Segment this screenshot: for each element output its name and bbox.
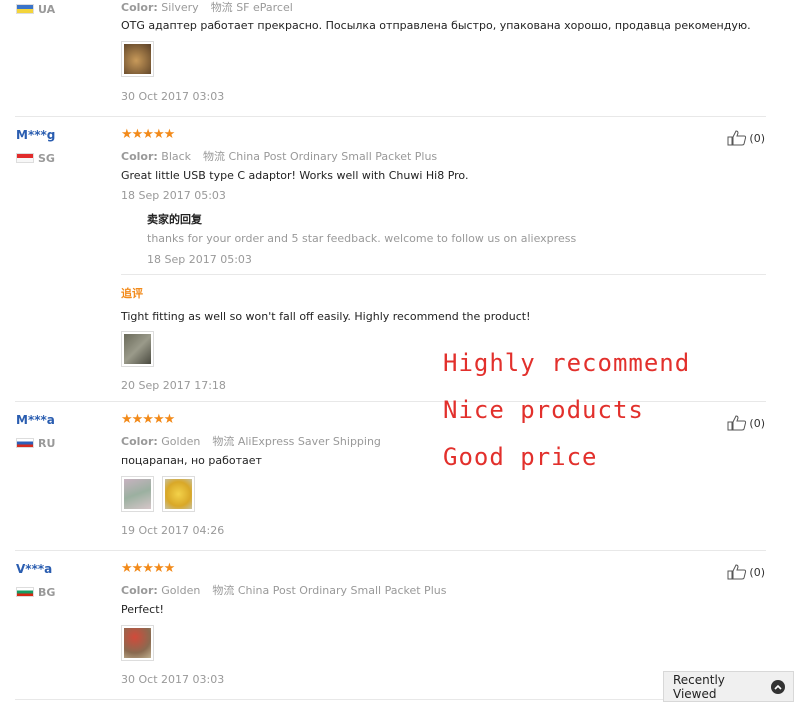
flag-ua-icon	[16, 4, 34, 14]
review-meta: Color: Golden 物流 China Post Ordinary Smal…	[121, 584, 447, 597]
review-text: поцарапан, но работает	[121, 454, 262, 467]
divider	[15, 699, 766, 700]
buyer-country: SG	[16, 151, 55, 165]
buyer-name[interactable]: V***a	[16, 562, 52, 576]
seller-reply-date: 18 Sep 2017 05:03	[147, 253, 252, 266]
review-photo[interactable]	[162, 476, 195, 512]
review-photo[interactable]	[121, 625, 154, 661]
review-meta: Color: Black 物流 China Post Ordinary Small…	[121, 150, 438, 163]
flag-bg-icon	[16, 587, 34, 597]
recently-viewed-button[interactable]: Recently Viewed	[663, 671, 794, 702]
review-date: 30 Oct 2017 03:03	[121, 90, 225, 103]
additional-feedback-text: Tight fitting as well so won't fall off …	[121, 310, 531, 323]
additional-feedback-date: 20 Sep 2017 17:18	[121, 379, 226, 392]
review-date: 30 Oct 2017 03:03	[121, 673, 225, 686]
review-date: 18 Sep 2017 05:03	[121, 189, 226, 202]
overlay-nice-products: Nice products	[443, 396, 644, 424]
review-text: Perfect!	[121, 603, 164, 616]
review-3: M***a RU ★★★★★ Color: Golden 物流 AliExpres…	[0, 402, 800, 550]
thumbs-up-icon	[727, 130, 747, 146]
buyer-name[interactable]: M***a	[16, 413, 55, 427]
recently-viewed-label: Recently Viewed	[673, 672, 725, 701]
seller-reply-text: thanks for your order and 5 star feedbac…	[147, 232, 577, 245]
helpful-button[interactable]: (0)	[727, 415, 765, 431]
helpful-button[interactable]: (0)	[727, 130, 765, 146]
helpful-button[interactable]: (0)	[727, 564, 765, 580]
buyer-country: RU	[16, 436, 55, 450]
review-photo[interactable]	[121, 476, 154, 512]
buyer-name[interactable]: M***g	[16, 128, 55, 142]
review-meta: Color: Golden 物流 AliExpress Saver Shippin…	[121, 435, 381, 448]
review-photo[interactable]	[121, 41, 154, 77]
star-rating: ★★★★★	[121, 412, 175, 427]
flag-sg-icon	[16, 153, 34, 163]
review-meta: Color: Silvery 物流 SF eParcel	[121, 1, 293, 14]
divider	[121, 274, 766, 275]
overlay-highly-recommend: Highly recommend	[443, 349, 691, 377]
review-date: 19 Oct 2017 04:26	[121, 524, 225, 537]
review-photo[interactable]	[121, 331, 154, 367]
thumbs-up-icon	[727, 415, 747, 431]
seller-reply-title: 卖家的回复	[147, 213, 202, 226]
buyer-country: BG	[16, 585, 55, 599]
review-text: Great little USB type C adaptor! Works w…	[121, 169, 469, 182]
review-text: OTG адаптер работает прекрасно. Посылка …	[121, 19, 751, 32]
star-rating: ★★★★★	[121, 561, 175, 576]
overlay-good-price: Good price	[443, 443, 598, 471]
buyer-country: UA	[16, 2, 55, 16]
star-rating: ★★★★★	[121, 127, 175, 142]
thumbs-up-icon	[727, 564, 747, 580]
additional-feedback-label: 追评	[121, 287, 143, 300]
flag-ru-icon	[16, 438, 34, 448]
review-1: UA Color: Silvery 物流 SF eParcel OTG адапт…	[0, 0, 800, 115]
chevron-up-icon	[771, 679, 785, 694]
